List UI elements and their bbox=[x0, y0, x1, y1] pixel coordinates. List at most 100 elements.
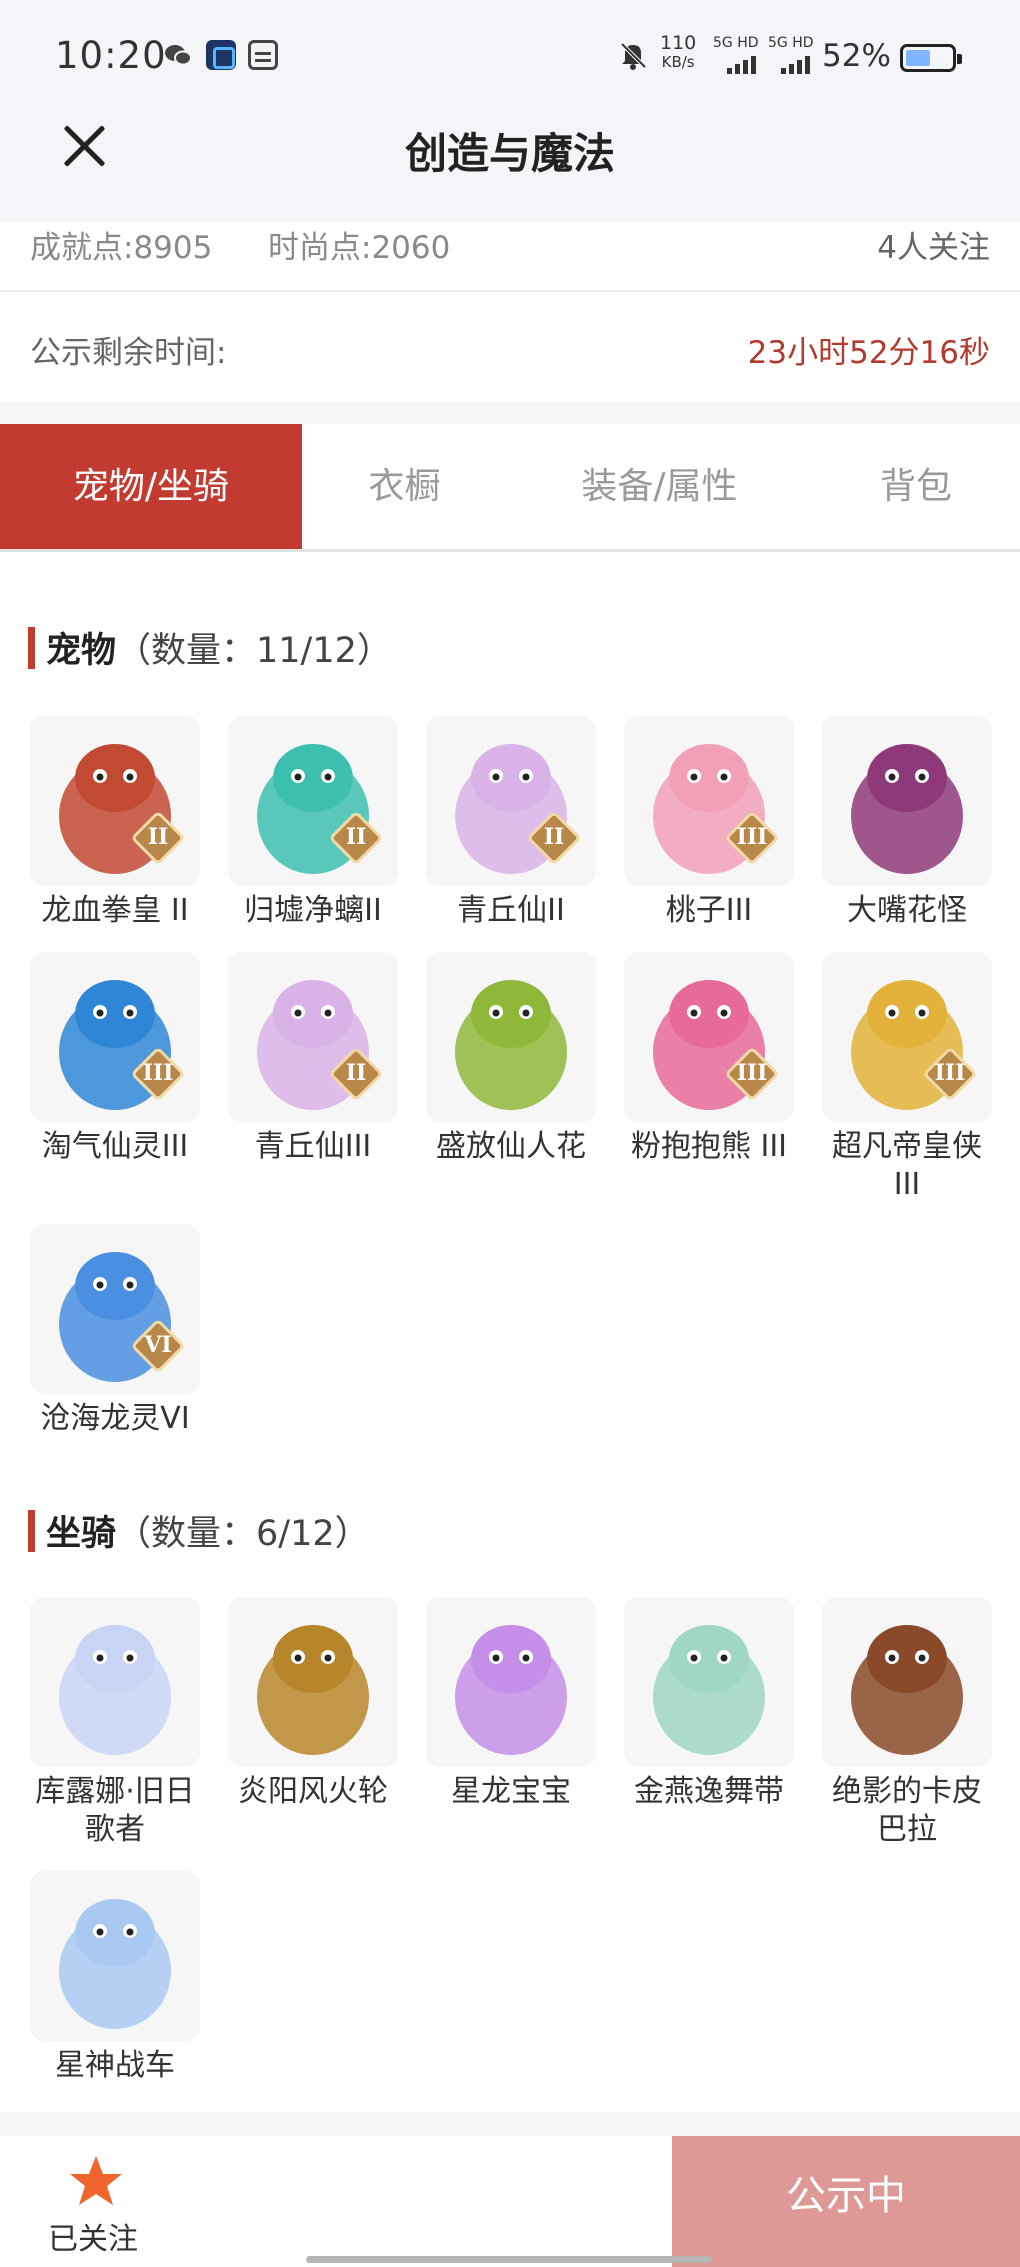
item-label: 金燕逸舞带 bbox=[634, 1774, 784, 1809]
battery-percent: 52% bbox=[822, 38, 891, 74]
mounts-title: 坐骑 bbox=[46, 1514, 117, 1554]
item-label: 龙血拳皇 II bbox=[41, 893, 189, 928]
section-gap bbox=[0, 402, 1020, 424]
tab-pets-mounts[interactable]: 宠物/坐骑 bbox=[0, 424, 302, 549]
follow-label: 已关注 bbox=[48, 2222, 138, 2257]
pet-item[interactable]: III 超凡帝皇侠III bbox=[820, 952, 994, 1204]
network-label-1: 5G HD bbox=[713, 35, 759, 51]
section-marker bbox=[28, 1510, 35, 1552]
tier-badge: III bbox=[934, 1060, 966, 1086]
tab-equipment[interactable]: 装备/属性 bbox=[507, 424, 812, 549]
tier-badge: III bbox=[736, 824, 768, 850]
pet-item[interactable]: II 龙血拳皇 II bbox=[28, 716, 202, 930]
tier-badge: II bbox=[345, 1060, 367, 1086]
tier-badge: III bbox=[142, 1060, 174, 1086]
item-label: 大嘴花怪 bbox=[847, 893, 967, 928]
bell-muted-icon bbox=[618, 40, 648, 70]
battery-icon bbox=[900, 44, 962, 72]
mount-thumbnail bbox=[228, 1597, 398, 1767]
speed-unit: KB/s bbox=[661, 53, 695, 71]
bottom-bar: 已关注 公示中 bbox=[0, 2136, 1020, 2267]
signal-bars-1 bbox=[727, 54, 756, 74]
mounts-count: （数量：6/12） bbox=[116, 1514, 370, 1554]
mount-item[interactable]: 库露娜·旧日歌者 bbox=[28, 1597, 202, 1849]
tab-backpack[interactable]: 背包 bbox=[812, 424, 1020, 549]
pet-thumbnail: III bbox=[30, 952, 200, 1122]
mount-item[interactable]: 星龙宝宝 bbox=[424, 1597, 598, 1811]
pet-item[interactable]: II 青丘仙II bbox=[424, 716, 598, 930]
pet-thumbnail: II bbox=[228, 716, 398, 886]
item-label: 盛放仙人花 bbox=[436, 1129, 586, 1164]
speed-value: 110 bbox=[660, 32, 697, 54]
pet-thumbnail: II bbox=[228, 952, 398, 1122]
tier-badge: VI bbox=[144, 1332, 172, 1358]
fashion-points: 时尚点:2060 bbox=[268, 230, 451, 266]
mount-item[interactable]: 星神战车 bbox=[28, 1871, 202, 2085]
network-speed: 110 KB/s bbox=[660, 34, 696, 72]
pet-thumbnail: III bbox=[624, 716, 794, 886]
pet-thumbnail: II bbox=[426, 716, 596, 886]
pet-thumbnail: III bbox=[624, 952, 794, 1122]
timer-label: 公示剩余时间: bbox=[30, 335, 227, 371]
item-label: 星龙宝宝 bbox=[451, 1774, 571, 1809]
pet-item[interactable]: 盛放仙人花 bbox=[424, 952, 598, 1166]
pet-thumbnail: II bbox=[30, 716, 200, 886]
follower-count: 4人关注 bbox=[877, 230, 990, 266]
achievement-points: 成就点:8905 bbox=[30, 230, 213, 266]
pet-item[interactable]: III 粉抱抱熊 III bbox=[622, 952, 796, 1166]
tier-badge: II bbox=[147, 824, 169, 850]
section-marker bbox=[28, 627, 35, 669]
item-label: 超凡帝皇侠III bbox=[832, 1129, 982, 1202]
pet-item[interactable]: VI 沧海龙灵VI bbox=[28, 1224, 202, 1438]
mount-thumbnail bbox=[624, 1597, 794, 1767]
tier-badge: II bbox=[345, 824, 367, 850]
pets-section-title: 宠物（数量：11/12） bbox=[28, 622, 392, 673]
points-row: 成就点:8905 时尚点:2060 4人关注 bbox=[0, 222, 1020, 292]
mount-item[interactable]: 金燕逸舞带 bbox=[622, 1597, 796, 1811]
item-label: 粉抱抱熊 III bbox=[630, 1129, 788, 1164]
pet-item[interactable]: III 桃子III bbox=[622, 716, 796, 930]
app-icon bbox=[206, 40, 236, 70]
item-label: 淘气仙灵III bbox=[41, 1129, 189, 1164]
pets-count: （数量：11/12） bbox=[116, 631, 392, 671]
status-bar: 10:20 110 KB/s 5G HD 5G HD 52% bbox=[0, 22, 1020, 92]
item-label: 库露娜·旧日歌者 bbox=[35, 1774, 195, 1847]
follow-button[interactable]: 已关注 bbox=[0, 2136, 670, 2267]
home-indicator bbox=[306, 2256, 712, 2263]
mount-item[interactable]: 绝影的卡皮巴拉 bbox=[820, 1597, 994, 1849]
mount-thumbnail bbox=[30, 1871, 200, 2041]
mount-thumbnail bbox=[30, 1597, 200, 1767]
timer-value: 23小时52分16秒 bbox=[747, 335, 990, 371]
star-icon bbox=[68, 2154, 124, 2208]
pet-item[interactable]: 大嘴花怪 bbox=[820, 716, 994, 930]
tier-badge: III bbox=[736, 1060, 768, 1086]
pet-item[interactable]: III 淘气仙灵III bbox=[28, 952, 202, 1166]
item-label: 炎阳风火轮 bbox=[238, 1774, 388, 1809]
publicity-status-button[interactable]: 公示中 bbox=[672, 2136, 1020, 2267]
tier-badge: II bbox=[543, 824, 565, 850]
pet-thumbnail: VI bbox=[30, 1224, 200, 1394]
mount-thumbnail bbox=[822, 1597, 992, 1767]
network-label-2: 5G HD bbox=[768, 35, 814, 51]
item-label: 星神战车 bbox=[55, 2048, 175, 2083]
signal-bars-2 bbox=[781, 54, 810, 74]
mount-item[interactable]: 炎阳风火轮 bbox=[226, 1597, 400, 1811]
top-bar: 10:20 110 KB/s 5G HD 5G HD 52% 创造与魔法 bbox=[0, 0, 1020, 222]
wechat-icon bbox=[163, 40, 193, 70]
pet-item[interactable]: II 归墟净螭II bbox=[226, 716, 400, 930]
tab-wardrobe[interactable]: 衣橱 bbox=[302, 424, 507, 549]
pet-thumbnail: III bbox=[822, 952, 992, 1122]
item-label: 沧海龙灵VI bbox=[40, 1401, 190, 1436]
item-label: 青丘仙II bbox=[457, 893, 565, 928]
pet-item[interactable]: II 青丘仙III bbox=[226, 952, 400, 1166]
mount-thumbnail bbox=[426, 1597, 596, 1767]
status-time: 10:20 bbox=[55, 34, 167, 77]
timer-row: 公示剩余时间: 23小时52分16秒 bbox=[0, 292, 1020, 402]
item-label: 归墟净螭II bbox=[244, 893, 382, 928]
tab-bar: 宠物/坐骑 衣橱 装备/属性 背包 bbox=[0, 424, 1020, 552]
pets-title: 宠物 bbox=[46, 631, 117, 671]
pet-thumbnail bbox=[822, 716, 992, 886]
card-icon bbox=[248, 40, 278, 70]
item-label: 桃子III bbox=[665, 893, 753, 928]
page-title: 创造与魔法 bbox=[404, 129, 615, 178]
